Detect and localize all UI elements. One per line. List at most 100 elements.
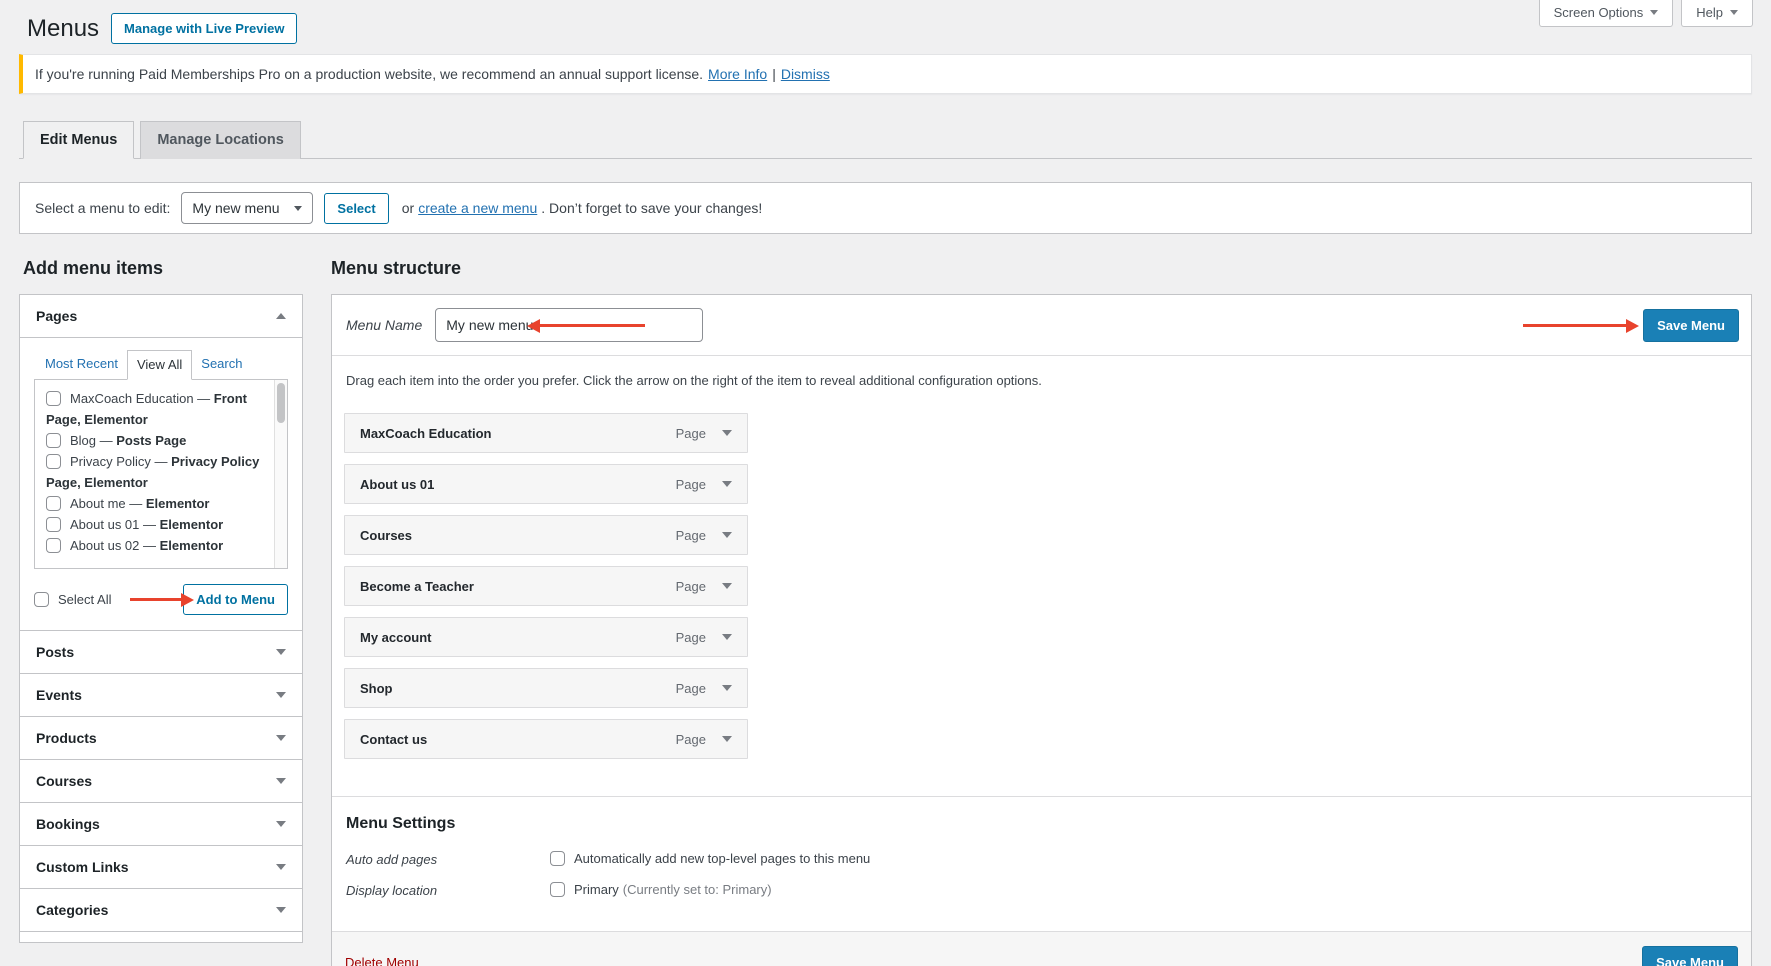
sidebar-section-bookings[interactable]: Bookings — [19, 802, 303, 846]
chevron-down-icon — [1730, 10, 1738, 15]
sidebar-section-courses[interactable]: Courses — [19, 759, 303, 803]
save-menu-button-top[interactable]: Save Menu — [1643, 308, 1739, 342]
tab-view-all[interactable]: View All — [126, 350, 193, 380]
dismiss-link[interactable]: Dismiss — [781, 66, 830, 82]
page-heading-row: Menus Manage with Live Preview — [27, 0, 1752, 44]
display-location-label: Display location — [346, 883, 438, 898]
chevron-down-icon — [294, 205, 303, 211]
chevron-down-icon[interactable] — [722, 481, 732, 487]
menu-item-type: Page — [675, 731, 706, 747]
chevron-down-icon[interactable] — [722, 583, 732, 589]
chevron-down-icon[interactable] — [722, 430, 732, 436]
menu-item-label: My account — [360, 629, 432, 645]
page-checkbox-item[interactable]: About us 02 — Elementor — [46, 535, 265, 556]
display-location-row: Display location Primary (Currently set … — [344, 882, 1739, 898]
add-to-menu-button[interactable]: Add to Menu — [183, 583, 288, 615]
annotation-arrow — [130, 598, 182, 601]
page-checkbox-item[interactable]: MaxCoach Education — Front Page, Element… — [46, 388, 265, 430]
menu-item-row[interactable]: About us 01 Page — [344, 464, 748, 504]
display-location-checkbox[interactable]: Primary (Currently set to: Primary) — [550, 882, 772, 897]
tab-search[interactable]: Search — [192, 350, 251, 380]
section-title: Categories — [36, 902, 109, 918]
chevron-down-icon[interactable] — [722, 685, 732, 691]
delete-menu-link[interactable]: Delete Menu — [345, 955, 419, 966]
sidebar-section-posts[interactable]: Posts — [19, 630, 303, 674]
scrollbar-track — [274, 380, 287, 568]
menu-name-input[interactable] — [435, 308, 704, 342]
sidebar-section-cutoff — [19, 931, 303, 943]
menu-settings-heading: Menu Settings — [346, 815, 456, 832]
or-text: or — [401, 200, 415, 216]
tab-most-recent[interactable]: Most Recent — [36, 350, 127, 380]
menu-item-row[interactable]: Become a Teacher Page — [344, 566, 748, 606]
checkbox — [46, 538, 61, 553]
menu-structure-column: Menu structure Menu Name Save Menu Drag … — [331, 258, 1752, 966]
section-title: Bookings — [36, 816, 100, 832]
menu-card-footer: Delete Menu Save Menu — [332, 931, 1751, 966]
add-menu-items-column: Add menu items Pages Most Recent View Al… — [19, 258, 303, 943]
menu-item-type: Page — [675, 476, 706, 492]
pages-panel-header[interactable]: Pages — [20, 295, 302, 337]
page-item-label: About me — — [70, 496, 146, 511]
select-all-label: Select All — [58, 591, 112, 607]
menu-item-type: Page — [675, 425, 706, 441]
page-item-label: About us 01 — — [70, 517, 160, 532]
more-info-link[interactable]: More Info — [708, 66, 767, 82]
help-label: Help — [1696, 5, 1723, 20]
chevron-down-icon — [276, 649, 286, 655]
chevron-down-icon[interactable] — [722, 532, 732, 538]
page-checkbox-item[interactable]: About me — Elementor — [46, 493, 265, 514]
pages-panel: Pages Most Recent View All Search MaxCoa… — [19, 294, 303, 631]
auto-add-pages-checkbox[interactable]: Automatically add new top-level pages to… — [550, 851, 870, 866]
menu-item-label: About us 01 — [360, 476, 435, 492]
menu-name-label: Menu Name — [346, 317, 423, 333]
menu-items-area: Drag each item into the order you prefer… — [332, 356, 1751, 796]
checkbox — [550, 851, 565, 866]
page-checkbox-item[interactable]: Privacy Policy — Privacy Policy Page, El… — [46, 451, 265, 493]
menu-item-row[interactable]: My account Page — [344, 617, 748, 657]
chevron-down-icon — [276, 864, 286, 870]
screen-options-button[interactable]: Screen Options — [1538, 0, 1674, 27]
tab-manage-locations[interactable]: Manage Locations — [140, 121, 301, 159]
menu-item-row[interactable]: MaxCoach Education Page — [344, 413, 748, 453]
menu-item-label: Become a Teacher — [360, 578, 474, 594]
sidebar-section-events[interactable]: Events — [19, 673, 303, 717]
admin-page: Menus Manage with Live Preview If you're… — [0, 0, 1771, 966]
menu-item-row[interactable]: Shop Page — [344, 668, 748, 708]
help-button[interactable]: Help — [1681, 0, 1753, 27]
menu-item-type: Page — [675, 629, 706, 645]
chevron-down-icon — [276, 735, 286, 741]
menu-select-value: My new menu — [192, 200, 280, 216]
chevron-down-icon[interactable] — [722, 634, 732, 640]
sidebar-section-categories[interactable]: Categories — [19, 888, 303, 932]
chevron-down-icon[interactable] — [722, 736, 732, 742]
scrollbar-thumb[interactable] — [277, 383, 285, 423]
section-title: Events — [36, 687, 82, 703]
screen-meta-links: Screen Options Help — [1538, 0, 1753, 27]
section-title: Custom Links — [36, 859, 129, 875]
page-checkbox-item[interactable]: About us 01 — Elementor — [46, 514, 265, 535]
create-new-menu-link[interactable]: create a new menu — [418, 200, 537, 216]
section-title: Courses — [36, 773, 93, 789]
sidebar-heading: Add menu items — [23, 258, 164, 278]
auto-add-pages-text: Automatically add new top-level pages to… — [574, 851, 871, 866]
tab-edit-menus[interactable]: Edit Menus — [23, 121, 135, 159]
select-all-checkbox[interactable]: Select All — [34, 591, 112, 607]
menu-item-row[interactable]: Contact us Page — [344, 719, 748, 759]
page-item-meta: Posts Page — [116, 433, 187, 448]
menu-item-row[interactable]: Courses Page — [344, 515, 748, 555]
chevron-down-icon — [1650, 10, 1659, 15]
page-item-label: MaxCoach Education — — [70, 391, 214, 406]
chevron-up-icon — [276, 313, 286, 319]
menu-select-dropdown[interactable]: My new menu — [181, 192, 314, 224]
page-item-label: Privacy Policy — — [70, 454, 172, 469]
sidebar-section-custom-links[interactable]: Custom Links — [19, 845, 303, 889]
select-button[interactable]: Select — [324, 192, 389, 224]
sidebar-section-products[interactable]: Products — [19, 716, 303, 760]
display-location-text: Primary — [574, 882, 619, 897]
section-title: Products — [36, 730, 97, 746]
save-menu-button-bottom[interactable]: Save Menu — [1642, 946, 1738, 966]
display-location-note: (Currently set to: Primary) — [622, 882, 772, 897]
live-preview-button[interactable]: Manage with Live Preview — [111, 13, 298, 44]
page-checkbox-item[interactable]: Blog — Posts Page — [46, 430, 265, 451]
